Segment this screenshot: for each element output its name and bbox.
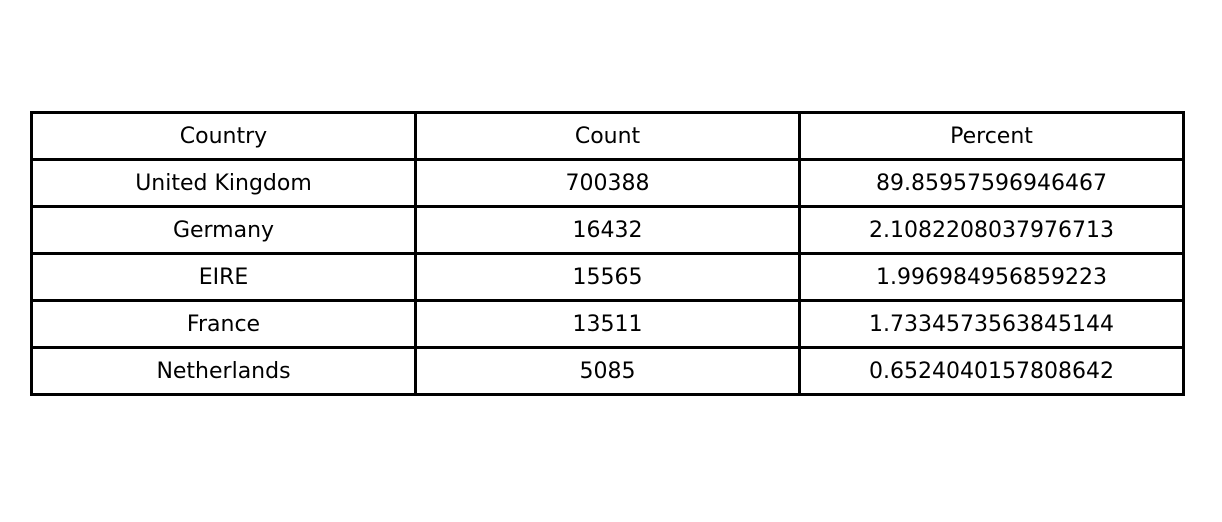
table-row: Germany 16432 2.1082208037976713 [30,205,1185,255]
cell-count: 13511 [414,299,801,349]
data-table-container: Country Count Percent United Kingdom 700… [30,111,1185,396]
cell-country: EIRE [30,252,417,302]
cell-country: Germany [30,205,417,255]
cell-count: 700388 [414,158,801,208]
table-row: Netherlands 5085 0.6524040157808642 [30,346,1185,396]
cell-percent: 1.996984956859223 [798,252,1185,302]
cell-percent: 0.6524040157808642 [798,346,1185,396]
table-row: EIRE 15565 1.996984956859223 [30,252,1185,302]
column-header-percent: Percent [798,111,1185,161]
cell-count: 5085 [414,346,801,396]
cell-country: France [30,299,417,349]
table-header-row: Country Count Percent [30,111,1185,161]
cell-count: 15565 [414,252,801,302]
column-header-country: Country [30,111,417,161]
cell-country: United Kingdom [30,158,417,208]
table-row: United Kingdom 700388 89.85957596946467 [30,158,1185,208]
cell-country: Netherlands [30,346,417,396]
table-row: France 13511 1.7334573563845144 [30,299,1185,349]
cell-percent: 2.1082208037976713 [798,205,1185,255]
cell-percent: 89.85957596946467 [798,158,1185,208]
cell-count: 16432 [414,205,801,255]
data-table: Country Count Percent United Kingdom 700… [30,111,1185,396]
column-header-count: Count [414,111,801,161]
cell-percent: 1.7334573563845144 [798,299,1185,349]
